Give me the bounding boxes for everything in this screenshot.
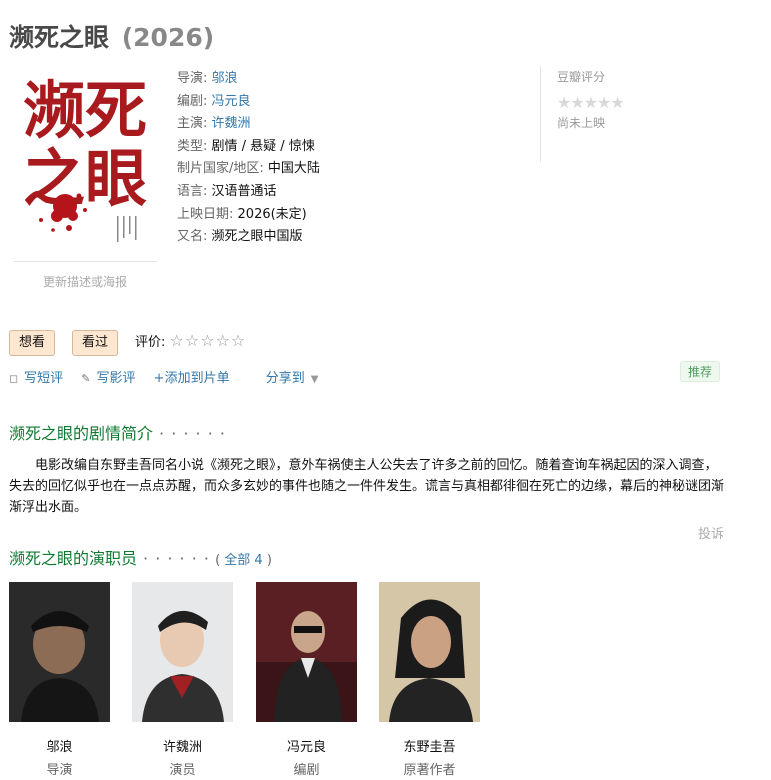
cast-card[interactable]: 冯元良 编剧 (256, 582, 357, 778)
cast-card[interactable]: 许魏洲 演员 (132, 582, 233, 778)
info-director: 导演: 邬浪 (177, 71, 238, 86)
rating-status: 尚未上映 (557, 116, 606, 130)
summary-heading: 濒死之眼的剧情简介 · · · · · · (9, 424, 226, 443)
info-genre: 类型: 剧情 / 悬疑 / 惊悚 (177, 138, 315, 154)
cast-name: 东野圭吾 (403, 740, 456, 755)
chevron-down-icon: ▼ (310, 374, 319, 385)
recommend-button[interactable]: 推荐 (680, 361, 721, 382)
director-link[interactable]: 邬浪 (212, 71, 238, 86)
cast-card[interactable]: 邬浪 导演 (9, 582, 110, 778)
poster-small-text (117, 216, 137, 242)
want-to-watch-button[interactable]: 想看 (9, 330, 56, 356)
plot-summary: 电影改编自东野圭吾同名小说《濒死之眼》，意外车祸使主人公失去了许多之前的回忆。随… (9, 458, 725, 515)
rating-label: 豆瓣评分 (557, 70, 606, 84)
poster-title-line2: 之眼 (23, 142, 147, 215)
movie-year: (2026) (121, 23, 215, 52)
report-link[interactable]: 投诉 (698, 523, 724, 542)
info-country: 制片国家/地区: 中国大陆 (177, 161, 320, 177)
rate-stars-input[interactable]: ☆☆☆☆☆ (170, 331, 247, 350)
cast-name: 冯元良 (286, 740, 326, 755)
writer-link[interactable]: 冯元良 (212, 94, 251, 109)
cast-role: 导演 (46, 763, 73, 778)
cast-photo (9, 582, 110, 722)
cast-role: 编剧 (293, 763, 320, 778)
info-release-date: 上映日期: 2026(未定) (177, 206, 307, 222)
info-language: 语言: 汉语普通话 (177, 183, 277, 199)
watched-button[interactable]: 看过 (72, 330, 119, 356)
cast-role: 演员 (169, 763, 196, 778)
add-to-list-link[interactable]: +添加到片单 (154, 371, 230, 386)
info-writer: 编剧: 冯元良 (177, 93, 251, 109)
write-review-link[interactable]: 写影评 (97, 371, 136, 386)
cast-photo (132, 582, 233, 722)
cast-heading: 濒死之眼的演职员 · · · · · · ( 全部 4 ) (9, 549, 272, 568)
user-rating: 评价: ☆☆☆☆☆ (135, 331, 246, 350)
poster-title-line1: 濒死 (23, 74, 147, 147)
update-poster-link[interactable]: 更新描述或海报 (13, 273, 157, 290)
pencil-icon: ✎ (81, 372, 91, 385)
write-short-review-link[interactable]: 写短评 (24, 371, 63, 386)
rate-label: 评价: (135, 335, 166, 350)
movie-title: 濒死之眼 (9, 23, 110, 52)
douban-rating-panel: 豆瓣评分 ★★★★★ 尚未上映 (540, 66, 747, 162)
page-title: 濒死之眼 (2026) (9, 18, 214, 54)
all-cast-link[interactable]: 全部 4 (224, 553, 262, 568)
info-cast: 主演: 许魏洲 (177, 116, 251, 132)
cast-photo (379, 582, 480, 722)
movie-info: 导演: 邬浪 编剧: 冯元良 主演: 许魏洲 类型: 剧情 / 悬疑 / 惊悚 … (177, 68, 320, 249)
movie-poster[interactable]: 濒死 之眼 (13, 70, 157, 262)
rating-stars-icon: ★★★★★ (557, 93, 625, 112)
cast-card[interactable]: 东野圭吾 原著作者 (379, 582, 480, 778)
actor-link[interactable]: 许魏洲 (212, 116, 251, 131)
cast-role: 原著作者 (403, 763, 456, 778)
cast-name: 许魏洲 (162, 740, 202, 755)
action-links: ◻ 写短评 ✎ 写影评 +添加到片单 分享到 ▼ (9, 367, 332, 386)
share-link[interactable]: 分享到 ▼ (266, 371, 319, 386)
cast-photo (256, 582, 357, 722)
comment-icon: ◻ (9, 372, 19, 385)
cast-name: 邬浪 (46, 740, 73, 755)
info-aka: 又名: 濒死之眼中国版 (177, 229, 303, 245)
